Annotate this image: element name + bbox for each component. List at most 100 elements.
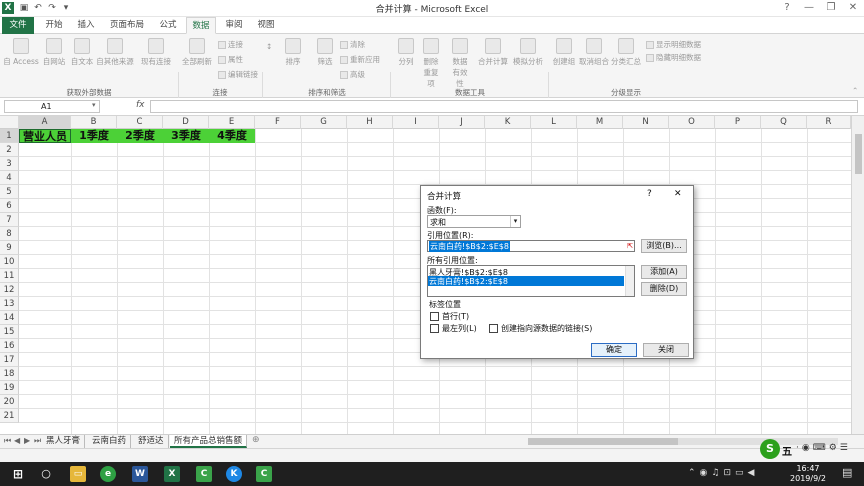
name-box-dropdown-icon[interactable]: ▾ [92, 101, 96, 109]
tab-review[interactable]: 审阅 [220, 17, 248, 34]
list-scrollbar[interactable] [625, 266, 634, 296]
row-header-2[interactable]: 2 [0, 143, 19, 157]
column-header-e[interactable]: E [209, 116, 255, 129]
sheet-tab-active[interactable]: 所有产品总销售额 [170, 435, 248, 448]
properties-button[interactable]: 属性 [218, 54, 243, 65]
browser-icon[interactable]: e [100, 466, 116, 482]
tab-formulas[interactable]: 公式 [154, 17, 182, 34]
refresh-all-button[interactable]: 全部刷新 [180, 38, 214, 67]
row-header-15[interactable]: 15 [0, 325, 19, 339]
column-header-a[interactable]: A [19, 116, 71, 129]
collapse-dialog-icon[interactable]: ⇱ [625, 241, 635, 251]
row-header-1[interactable]: 1 [0, 129, 19, 143]
from-text-button[interactable]: 自文本 [68, 38, 96, 67]
tab-home[interactable]: 开始 [40, 17, 68, 34]
system-tray-icons[interactable]: ⌃◉♫⊡▭◀ [688, 468, 758, 478]
ungroup-button[interactable]: 取消组合 [578, 38, 610, 67]
recorder-icon[interactable]: C [256, 466, 272, 482]
column-header-g[interactable]: G [301, 116, 347, 129]
from-other-sources-button[interactable]: 自其他来源 [96, 38, 134, 67]
row-header-21[interactable]: 21 [0, 409, 19, 423]
row-header-8[interactable]: 8 [0, 227, 19, 241]
cell-d1[interactable]: 3季度 [163, 129, 209, 143]
filter-button[interactable]: 筛选 [312, 38, 338, 67]
word-icon[interactable]: W [132, 466, 148, 482]
left-column-checkbox[interactable] [430, 324, 439, 333]
advanced-button[interactable]: 高级 [340, 69, 365, 80]
clear-button[interactable]: 清除 [340, 39, 365, 50]
add-button[interactable]: 添加(A) [641, 265, 687, 279]
existing-connections-button[interactable]: 现有连接 [138, 38, 174, 67]
dialog-close-button[interactable]: ✕ [674, 189, 682, 199]
row-header-11[interactable]: 11 [0, 269, 19, 283]
group-button[interactable]: 创建组 [550, 38, 578, 67]
from-web-button[interactable]: 自网站 [40, 38, 68, 67]
top-row-checkbox[interactable] [430, 312, 439, 321]
windows-start-icon[interactable]: ⊞ [10, 466, 26, 482]
column-header-q[interactable]: Q [761, 116, 807, 129]
hide-detail-button[interactable]: 隐藏明细数据 [646, 52, 701, 63]
dialog-help-button[interactable]: ? [647, 189, 652, 199]
sheet-nav-next-icon[interactable]: ▶ [24, 436, 30, 445]
column-header-i[interactable]: I [393, 116, 439, 129]
column-header-m[interactable]: M [577, 116, 623, 129]
reference-input[interactable]: 云南白药!$B$2:$E$8 ⇱ [427, 240, 635, 252]
tab-file[interactable]: 文件 [2, 17, 34, 34]
column-header-h[interactable]: H [347, 116, 393, 129]
select-all-corner[interactable] [0, 116, 19, 129]
row-header-10[interactable]: 10 [0, 255, 19, 269]
sort-button[interactable]: 排序 [280, 38, 306, 67]
ime-logo-icon[interactable]: S [760, 439, 780, 459]
close-window-button[interactable]: ✕ [842, 0, 864, 16]
name-box[interactable]: A1 [4, 100, 100, 113]
restore-button[interactable]: ❐ [820, 0, 842, 16]
from-access-button[interactable]: 自 Access [2, 38, 40, 67]
cell-a1[interactable]: 营业人员 [19, 129, 71, 143]
sheet-nav-last-icon[interactable]: ⏭ [34, 436, 41, 446]
reapply-button[interactable]: 重新应用 [340, 54, 380, 65]
connections-button[interactable]: 连接 [218, 39, 243, 50]
column-header-l[interactable]: L [531, 116, 577, 129]
row-header-14[interactable]: 14 [0, 311, 19, 325]
tab-insert[interactable]: 插入 [72, 17, 100, 34]
camtasia-icon[interactable]: C [196, 466, 212, 482]
column-header-k[interactable]: K [485, 116, 531, 129]
row-header-9[interactable]: 9 [0, 241, 19, 255]
sheet-tab[interactable]: 黑人牙膏 [42, 435, 86, 448]
tab-page-layout[interactable]: 页面布局 [104, 17, 150, 34]
formula-input[interactable] [150, 100, 858, 113]
subtotal-button[interactable]: 分类汇总 [610, 38, 642, 67]
column-header-b[interactable]: B [71, 116, 117, 129]
show-detail-button[interactable]: 显示明细数据 [646, 39, 701, 50]
row-header-13[interactable]: 13 [0, 297, 19, 311]
sort-az-icon[interactable]: ↕ [266, 42, 272, 51]
column-header-r[interactable]: R [807, 116, 851, 129]
ok-button[interactable]: 确定 [591, 343, 637, 357]
row-header-20[interactable]: 20 [0, 395, 19, 409]
excel-icon[interactable]: X [164, 466, 180, 482]
horizontal-scroll-thumb[interactable] [528, 438, 678, 445]
column-header-d[interactable]: D [163, 116, 209, 129]
delete-button[interactable]: 删除(D) [641, 282, 687, 296]
cell-c1[interactable]: 2季度 [117, 129, 163, 143]
cell-b1[interactable]: 1季度 [71, 129, 117, 143]
ime-toolbar-icons[interactable]: ·◉⌨⚙☰ [796, 443, 851, 453]
ime-mode[interactable]: 五 [782, 443, 792, 458]
all-references-list[interactable]: 黑人牙膏!$B$2:$E$8 云南白药!$B$2:$E$8 [427, 265, 635, 297]
text-to-columns-button[interactable]: 分列 [394, 38, 418, 67]
file-explorer-icon[interactable]: ▭ [70, 466, 86, 482]
consolidate-button[interactable]: 合并计算 [476, 38, 510, 67]
clock-time[interactable]: 16:47 [786, 464, 830, 473]
row-header-17[interactable]: 17 [0, 353, 19, 367]
row-header-6[interactable]: 6 [0, 199, 19, 213]
kugou-icon[interactable]: K [226, 466, 242, 482]
sheet-tab[interactable]: 舒适达 [134, 435, 169, 448]
notification-icon[interactable]: ▤ [842, 466, 852, 479]
row-header-19[interactable]: 19 [0, 381, 19, 395]
link-source-checkbox[interactable] [489, 324, 498, 333]
vertical-scroll-thumb[interactable] [855, 134, 862, 174]
sheet-nav-first-icon[interactable]: ⏮ [4, 436, 11, 446]
list-item-selected[interactable]: 云南白药!$B$2:$E$8 [428, 276, 624, 286]
cell-e1[interactable]: 4季度 [209, 129, 255, 143]
row-header-16[interactable]: 16 [0, 339, 19, 353]
